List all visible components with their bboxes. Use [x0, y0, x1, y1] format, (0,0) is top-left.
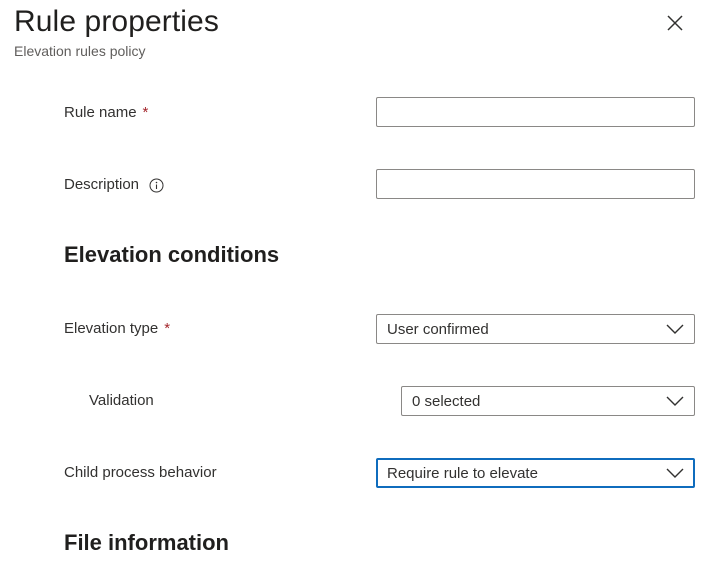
elevation-type-value: User confirmed: [387, 320, 489, 338]
validation-label: Validation: [89, 391, 154, 411]
validation-dropdown[interactable]: 0 selected: [401, 386, 695, 416]
validation-label-text: Validation: [89, 392, 154, 409]
required-marker: *: [142, 104, 149, 121]
description-label: Description: [64, 175, 164, 195]
elevation-conditions-heading: Elevation conditions: [64, 242, 280, 267]
validation-value: 0 selected: [412, 392, 481, 410]
required-marker: *: [164, 320, 171, 337]
rule-name-label: Rule name *: [64, 103, 148, 123]
elevation-type-label: Elevation type *: [64, 319, 170, 339]
elevation-type-label-text: Elevation type: [64, 320, 159, 337]
chevron-down-icon: [666, 468, 684, 478]
info-icon[interactable]: [149, 178, 164, 193]
rule-name-label-text: Rule name: [64, 104, 137, 121]
elevation-type-dropdown[interactable]: User confirmed: [376, 314, 695, 344]
description-input[interactable]: [376, 169, 695, 199]
chevron-down-icon: [666, 324, 684, 334]
file-information-heading: File information: [64, 530, 229, 555]
child-process-dropdown[interactable]: Require rule to elevate: [376, 458, 695, 488]
description-label-text: Description: [64, 176, 140, 193]
rule-name-input[interactable]: [376, 97, 695, 127]
close-icon: [667, 15, 683, 31]
rule-properties-panel: Rule properties Elevation rules policy R…: [0, 0, 715, 567]
child-process-label-text: Child process behavior: [64, 464, 217, 481]
page-subtitle: Elevation rules policy: [14, 43, 146, 59]
chevron-down-icon: [666, 396, 684, 406]
child-process-label: Child process behavior: [64, 463, 217, 483]
close-button[interactable]: [660, 8, 690, 38]
page-title: Rule properties: [14, 5, 219, 38]
child-process-value: Require rule to elevate: [387, 464, 538, 482]
